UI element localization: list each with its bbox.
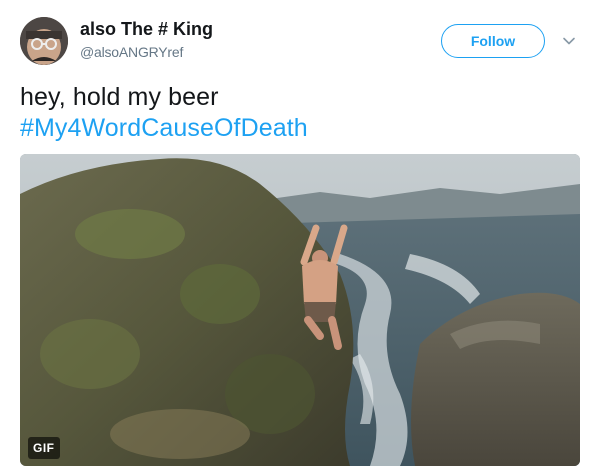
avatar[interactable] [20, 17, 68, 65]
tweet-text-line: hey, hold my beer [20, 83, 219, 111]
display-name[interactable]: also The # King [80, 19, 213, 40]
gif-media[interactable] [20, 154, 580, 466]
follow-button[interactable]: Follow [441, 24, 545, 58]
user-handle[interactable]: @alsoANGRYref [80, 44, 183, 60]
chevron-down-icon[interactable] [562, 34, 576, 48]
tweet-card: also The # King @alsoANGRYref Follow hey… [0, 0, 594, 471]
gif-badge: GIF [28, 437, 60, 459]
tweet-text: hey, hold my beer #My4WordCauseOfDeath [20, 82, 580, 144]
hashtag-link[interactable]: #My4WordCauseOfDeath [20, 113, 580, 144]
